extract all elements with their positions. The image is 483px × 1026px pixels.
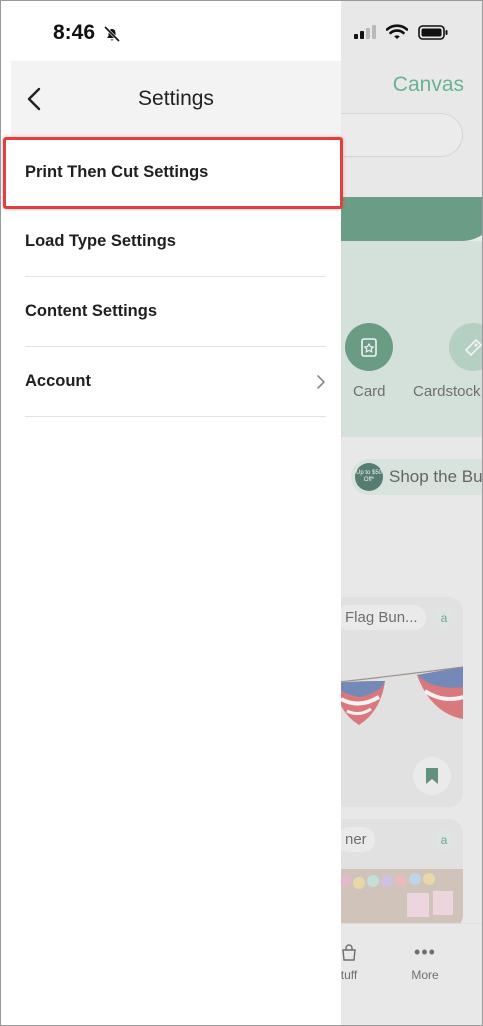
project-card[interactable]: ner a <box>341 819 463 929</box>
cricut-access-icon: a <box>433 607 455 629</box>
card-category-icon[interactable] <box>345 323 393 371</box>
pom-pom-garland-image <box>341 869 463 929</box>
bottom-tab-bar: tuff ••• More <box>341 923 482 1025</box>
menu-item-label: Content Settings <box>25 302 157 320</box>
tab-my-stuff[interactable]: tuff <box>341 944 369 982</box>
bookmark-icon <box>426 768 438 784</box>
promo-badge: Up to $50 Off* <box>355 463 383 491</box>
chevron-right-icon <box>317 375 325 389</box>
battery-icon <box>418 24 448 40</box>
promo-label: Shop the Bu <box>389 467 483 486</box>
project-card[interactable]: Flag Bun... a <box>341 597 463 807</box>
status-time: 8:46 <box>53 21 96 44</box>
search-bar[interactable] <box>341 113 463 157</box>
menu-item-account[interactable]: Account <box>25 347 326 417</box>
wifi-icon <box>386 24 408 39</box>
status-bar: 8:46 <box>1 1 482 61</box>
project-title: ner <box>341 827 375 852</box>
menu-item-label: Account <box>25 372 91 390</box>
more-dots-icon: ••• <box>414 942 436 962</box>
green-banner <box>341 197 482 241</box>
menu-item-label: Print Then Cut Settings <box>25 162 209 181</box>
menu-item-load-type-settings[interactable]: Load Type Settings <box>25 207 326 277</box>
tab-more[interactable]: ••• More <box>405 942 445 982</box>
cellular-signal-icon <box>354 25 376 39</box>
background-app: Canvas Card Cardstock Up to $50 Off* Sho… <box>341 1 483 1025</box>
status-icons <box>354 24 448 40</box>
app-frame: Canvas Card Cardstock Up to $50 Off* Sho… <box>0 0 483 1026</box>
bookmark-button[interactable] <box>413 757 451 795</box>
flag-bunting-image <box>341 666 463 725</box>
canvas-header-title[interactable]: Canvas <box>393 73 464 97</box>
project-title: Flag Bun... <box>341 605 426 630</box>
settings-drawer: Settings Print Then Cut Settings Load Ty… <box>1 1 341 1025</box>
card-category-label[interactable]: Card <box>353 383 386 400</box>
drawer-header: Settings <box>11 61 341 137</box>
drawer-title: Settings <box>138 87 214 110</box>
bell-slash-icon <box>103 25 121 43</box>
cricut-access-icon: a <box>433 829 455 851</box>
tab-my-stuff-label: tuff <box>341 968 358 982</box>
promo-pill[interactable]: Up to $50 Off* Shop the Bu <box>351 459 483 495</box>
cardstock-category-label[interactable]: Cardstock <box>413 383 481 400</box>
bag-icon <box>342 944 356 961</box>
menu-item-print-then-cut-settings[interactable]: Print Then Cut Settings <box>25 137 326 207</box>
tab-more-label: More <box>411 968 439 982</box>
menu-item-content-settings[interactable]: Content Settings <box>25 277 326 347</box>
menu-item-label: Load Type Settings <box>25 232 176 250</box>
